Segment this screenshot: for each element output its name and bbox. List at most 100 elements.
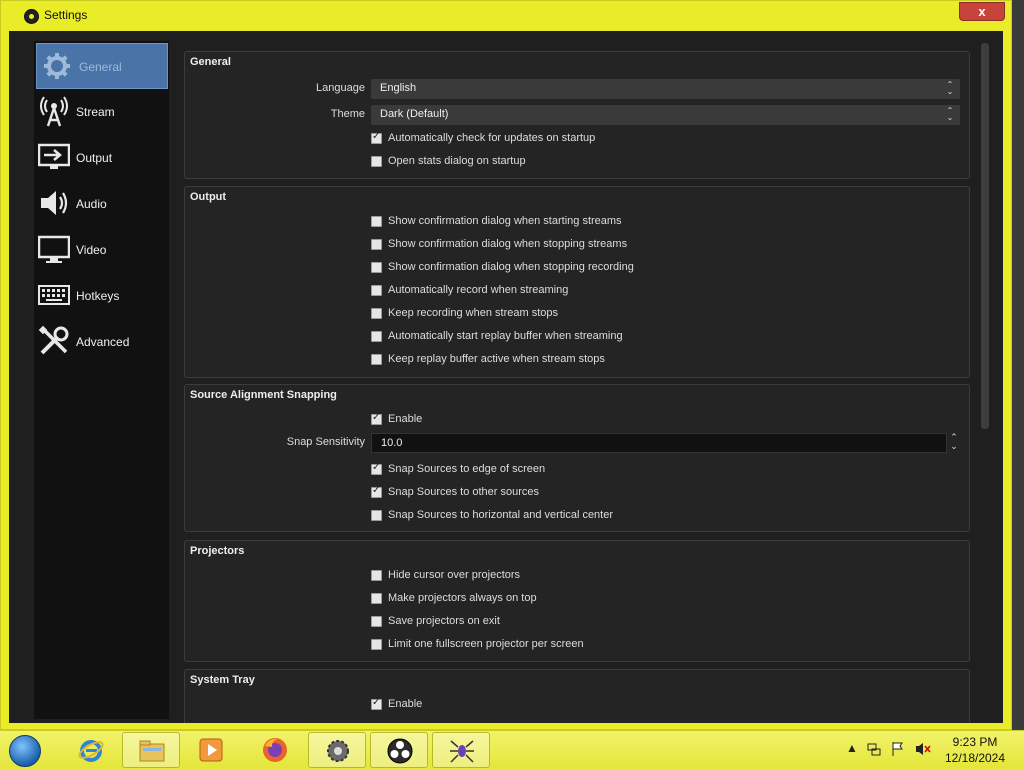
firefox-icon bbox=[263, 738, 287, 762]
checkbox-auto-update[interactable] bbox=[371, 131, 382, 144]
windows-logo-icon bbox=[9, 735, 41, 767]
start-button[interactable] bbox=[6, 732, 46, 768]
checkbox-label: Enable bbox=[388, 413, 423, 425]
taskbar-app-firefox[interactable] bbox=[246, 732, 304, 768]
checkbox-label: Save projectors on exit bbox=[388, 615, 500, 627]
network-icon[interactable] bbox=[866, 741, 882, 757]
close-button[interactable]: x bbox=[959, 2, 1005, 21]
sidebar-item-general[interactable]: General bbox=[36, 43, 168, 89]
broadcast-tower-icon bbox=[40, 96, 68, 127]
checkbox[interactable] bbox=[371, 510, 382, 521]
settings-sidebar: General Stream Output Audio Video Hotkey… bbox=[34, 41, 169, 719]
checkbox[interactable] bbox=[371, 616, 382, 627]
group-general: General Language English ⌃ ⌄ Theme Dark (… bbox=[184, 51, 970, 179]
taskbar-app-obs[interactable] bbox=[370, 732, 428, 768]
checkbox[interactable] bbox=[371, 285, 382, 296]
system-clock[interactable]: 9:23 PM 12/18/2024 bbox=[940, 734, 1010, 766]
show-hidden-icons-icon[interactable]: ▲ bbox=[846, 741, 858, 755]
checkbox-snap-enable[interactable] bbox=[371, 412, 382, 425]
language-label: Language bbox=[316, 82, 365, 94]
file-explorer-icon bbox=[139, 740, 165, 762]
volume-muted-icon[interactable] bbox=[914, 741, 932, 757]
group-system-tray: System Tray Enable bbox=[184, 669, 970, 723]
window-title: Settings bbox=[44, 8, 88, 22]
checkbox[interactable] bbox=[371, 570, 382, 581]
checkbox[interactable] bbox=[371, 262, 382, 273]
spinner-arrows-icon[interactable]: ⌃ ⌄ bbox=[947, 433, 961, 453]
checkbox[interactable] bbox=[371, 593, 382, 604]
group-title: General bbox=[190, 56, 231, 68]
taskbar-app-media[interactable] bbox=[182, 732, 240, 768]
clock-time: 9:23 PM bbox=[952, 735, 998, 749]
checkbox[interactable] bbox=[371, 354, 382, 365]
group-title: Projectors bbox=[190, 545, 245, 557]
checkbox[interactable] bbox=[371, 462, 382, 475]
checkbox-tray-enable[interactable] bbox=[371, 697, 382, 710]
taskbar-app-explorer[interactable] bbox=[122, 732, 180, 768]
checkbox-label: Hide cursor over projectors bbox=[388, 569, 521, 581]
checkbox-label: Open stats dialog on startup bbox=[388, 155, 526, 167]
output-monitor-icon bbox=[38, 143, 70, 169]
theme-value: Dark (Default) bbox=[380, 108, 449, 120]
checkbox-label: Make projectors always on top bbox=[388, 592, 537, 604]
system-tray: ▲ bbox=[846, 741, 936, 759]
group-title: Output bbox=[190, 191, 227, 203]
sidebar-item-label: Advanced bbox=[76, 335, 130, 349]
sidebar-item-label: Video bbox=[76, 243, 107, 257]
taskbar-app-ie[interactable] bbox=[62, 732, 120, 768]
media-player-icon bbox=[199, 738, 223, 762]
theme-select[interactable]: Dark (Default) ⌃ ⌄ bbox=[371, 105, 960, 125]
sidebar-item-label: Audio bbox=[76, 197, 107, 211]
checkbox[interactable] bbox=[371, 216, 382, 227]
sidebar-item-audio[interactable]: Audio bbox=[34, 181, 169, 227]
group-snapping: Source Alignment Snapping Enable Snap Se… bbox=[184, 384, 970, 532]
speaker-icon bbox=[41, 191, 68, 215]
checkbox-open-stats[interactable] bbox=[371, 156, 382, 167]
scrollbar-thumb[interactable] bbox=[981, 43, 989, 429]
clock-date: 12/18/2024 bbox=[944, 751, 1006, 765]
taskbar-app-spider[interactable] bbox=[432, 732, 490, 768]
settings-window: Settings x General Stream Output Audio V… bbox=[0, 0, 1012, 730]
theme-row: Theme Dark (Default) ⌃ ⌄ bbox=[185, 105, 971, 125]
keyboard-icon bbox=[38, 285, 70, 305]
taskbar-app-settings[interactable] bbox=[308, 732, 366, 768]
obs-logo-icon bbox=[24, 9, 39, 24]
checkbox[interactable] bbox=[371, 239, 382, 250]
obs-icon bbox=[387, 738, 413, 764]
language-select[interactable]: English ⌃ ⌄ bbox=[371, 79, 960, 99]
checkbox-label: Enable bbox=[388, 698, 423, 710]
internet-explorer-icon bbox=[78, 740, 104, 762]
snap-sensitivity-label: Snap Sensitivity bbox=[286, 436, 365, 448]
gear-app-icon bbox=[327, 740, 349, 762]
theme-label: Theme bbox=[330, 108, 365, 120]
snap-sensitivity-input[interactable]: 10.0 bbox=[371, 433, 947, 453]
updown-arrows-icon: ⌃ ⌄ bbox=[946, 106, 954, 122]
checkbox-label: Automatically check for updates on start… bbox=[388, 132, 596, 144]
snap-sensitivity-row: Snap Sensitivity 10.0 ⌃ ⌄ bbox=[185, 433, 971, 453]
group-title: Source Alignment Snapping bbox=[190, 389, 337, 401]
flag-icon[interactable] bbox=[890, 741, 906, 757]
sidebar-item-output[interactable]: Output bbox=[34, 135, 169, 181]
sidebar-item-video[interactable]: Video bbox=[34, 227, 169, 273]
spider-app-icon bbox=[450, 740, 474, 763]
checkbox-label: Show confirmation dialog when stopping r… bbox=[388, 261, 634, 273]
sidebar-item-label: Stream bbox=[76, 105, 115, 119]
sidebar-item-hotkeys[interactable]: Hotkeys bbox=[34, 273, 169, 319]
checkbox-label: Snap Sources to horizontal and vertical … bbox=[388, 509, 614, 521]
checkbox[interactable] bbox=[371, 639, 382, 650]
settings-client: General Stream Output Audio Video Hotkey… bbox=[9, 31, 1003, 723]
checkbox-label: Snap Sources to other sources bbox=[388, 486, 540, 498]
checkbox-label: Automatically start replay buffer when s… bbox=[388, 330, 623, 342]
checkbox-label: Show confirmation dialog when stopping s… bbox=[388, 238, 628, 250]
snap-sensitivity-value: 10.0 bbox=[381, 437, 403, 449]
vertical-scrollbar[interactable] bbox=[980, 43, 990, 713]
sidebar-item-advanced[interactable]: Advanced bbox=[34, 319, 169, 365]
checkbox[interactable] bbox=[371, 485, 382, 498]
checkbox[interactable] bbox=[371, 331, 382, 342]
checkbox-label: Automatically record when streaming bbox=[388, 284, 569, 296]
taskbar: ▲ 9:23 PM 12/18/2024 bbox=[0, 730, 1024, 769]
checkbox[interactable] bbox=[371, 308, 382, 319]
checkbox-label: Snap Sources to edge of screen bbox=[388, 463, 546, 475]
sidebar-item-stream[interactable]: Stream bbox=[34, 89, 169, 135]
title-bar[interactable]: Settings x bbox=[1, 1, 1011, 29]
